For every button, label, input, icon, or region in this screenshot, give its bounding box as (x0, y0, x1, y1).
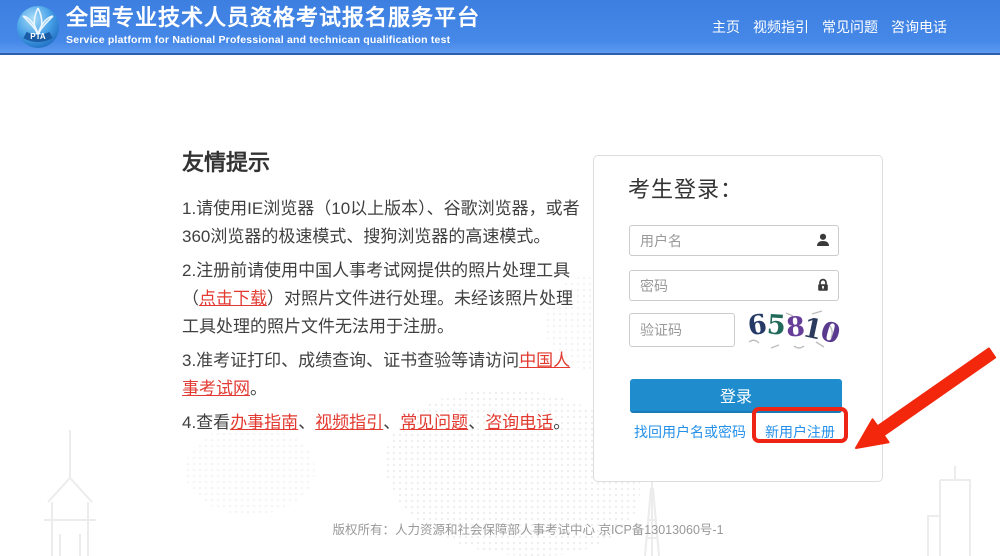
footer-copyright: 版权所有：人力资源和社会保障部人事考试中心 京ICP备13013060号-1 (332, 523, 724, 537)
tips-paragraphs: 1.请使用IE浏览器（10以上版本）、谷歌浏览器，或者360浏览器的极速模式、搜… (182, 195, 580, 437)
forgot-credentials-link[interactable]: 找回用户名或密码 (634, 422, 746, 442)
username-field-wrap (629, 225, 839, 256)
password-input[interactable] (629, 270, 839, 301)
captcha-field-wrap (629, 313, 735, 347)
site-title: 全国专业技术人员资格考试报名服务平台 (66, 5, 481, 30)
tips-text: 。 (250, 379, 267, 398)
tips-paragraph: 1.请使用IE浏览器（10以上版本）、谷歌浏览器，或者360浏览器的极速模式、搜… (182, 195, 580, 251)
nav-faq[interactable]: 常见问题 (822, 17, 878, 37)
tips-paragraph: 2.注册前请使用中国人事考试网提供的照片处理工具（点击下载）对照片文件进行处理。… (182, 257, 580, 341)
tips-paragraph: 3.准考证打印、成绩查询、证书查验等请访问中国人事考试网。 (182, 347, 580, 403)
nav-home[interactable]: 主页 (712, 17, 740, 37)
login-button[interactable]: 登录 (630, 379, 842, 413)
nav-video-guide[interactable]: 视频指引 (753, 17, 809, 37)
tips-text: 1.请使用IE浏览器（10以上版本）、谷歌浏览器，或者360浏览器的极速模式、搜… (182, 199, 580, 246)
tips-link[interactable]: 常见问题 (400, 413, 468, 432)
tips-text: 、 (298, 413, 316, 432)
pta-logo-icon: PTA (17, 6, 59, 48)
login-card: 考生登录： 用户名 验证码 6 5 8 1 0 登录 找回用户名或密码 新用户注… (593, 155, 883, 482)
header-nav: 主页 视频指引 常见问题 咨询电话 (712, 0, 947, 53)
page: PTA 全国专业技术人员资格考试报名服务平台 Service platform … (0, 0, 1000, 556)
captcha-image[interactable]: 65810 (746, 308, 844, 352)
tips-link[interactable]: 点击下载 (199, 289, 267, 308)
tips-text: 、 (383, 413, 401, 432)
tips-link[interactable]: 视频指引 (315, 413, 383, 432)
brand: 全国专业技术人员资格考试报名服务平台 Service platform for … (66, 5, 480, 46)
captcha-digit: 5 (765, 309, 787, 342)
captcha-digits: 65810 (746, 309, 844, 351)
header: PTA 全国专业技术人员资格考试报名服务平台 Service platform … (0, 0, 1000, 55)
tips-text: 。 (553, 413, 571, 432)
captcha-input[interactable] (629, 313, 735, 347)
tips-section: 友情提示 1.请使用IE浏览器（10以上版本）、谷歌浏览器，或者360浏览器的极… (182, 150, 580, 443)
tips-link[interactable]: 办事指南 (230, 413, 298, 432)
username-input[interactable] (629, 225, 839, 256)
tips-text: 4.查看 (182, 413, 231, 432)
password-field-wrap (629, 270, 839, 301)
new-user-register-link[interactable]: 新用户注册 (765, 422, 835, 442)
tips-link[interactable]: 咨询电话 (485, 413, 553, 432)
tips-text: 、 (468, 413, 486, 432)
tips-paragraph: 4.查看办事指南、视频指引、常见问题、咨询电话。 (182, 409, 580, 437)
site-subtitle: Service platform for National Profession… (66, 34, 451, 46)
tips-text: 3.准考证打印、成绩查询、证书查验等请访问 (182, 351, 520, 370)
tips-heading: 友情提示 (182, 150, 271, 175)
svg-text:PTA: PTA (30, 32, 46, 41)
login-title: 考生登录： (628, 177, 744, 202)
nav-hotline[interactable]: 咨询电话 (891, 17, 947, 37)
